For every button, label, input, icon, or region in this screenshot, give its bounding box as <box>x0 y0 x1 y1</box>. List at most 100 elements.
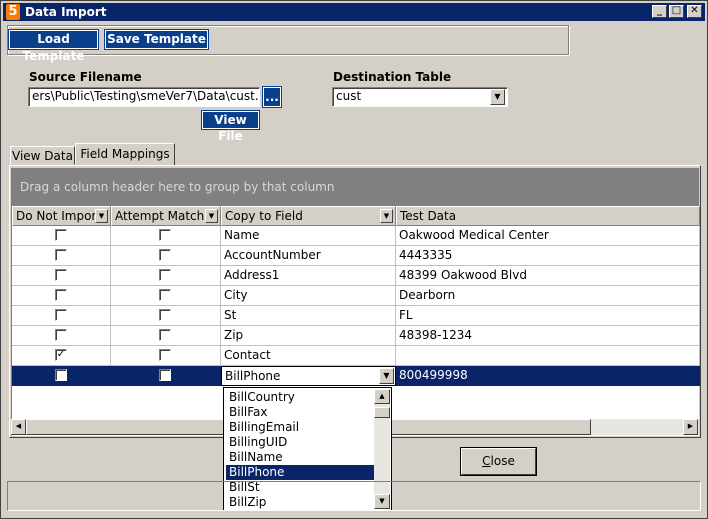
attempt-match-cell <box>111 266 221 286</box>
copy-to-field-cell[interactable]: Contact <box>221 346 396 366</box>
test-data-cell: Oakwood Medical Center <box>396 226 700 246</box>
maximize-button[interactable]: □ <box>669 5 684 18</box>
do-not-import-cell <box>12 326 111 346</box>
tab-view-data[interactable]: View Data <box>10 146 75 165</box>
attempt-match-checkbox[interactable] <box>159 329 171 341</box>
attempt-match-cell <box>111 346 221 366</box>
chevron-down-icon[interactable]: ▼ <box>379 368 394 384</box>
test-data-cell: 4443335 <box>396 246 700 266</box>
browse-button[interactable]: ... <box>262 86 282 108</box>
attempt-match-checkbox[interactable] <box>159 349 171 361</box>
dropdown-option[interactable]: BillingUID <box>226 435 374 450</box>
copy-to-field-cell[interactable]: St <box>221 306 396 326</box>
attempt-match-cell <box>111 306 221 326</box>
table-row[interactable]: Address1 48399 Oakwood Blvd <box>12 266 700 286</box>
column-header-label: Do Not Import <box>16 209 102 223</box>
status-bar <box>7 481 701 511</box>
close-label-rest: lose <box>490 454 515 468</box>
source-filename-input[interactable]: ers\Public\Testing\smeVer7\Data\cust.csv <box>28 87 260 107</box>
close-button[interactable]: Close <box>461 448 536 475</box>
column-header-label: Test Data <box>400 209 457 223</box>
dropdown-option[interactable]: BillFax <box>226 405 374 420</box>
dropdown-arrow-icon[interactable]: ▼ <box>380 209 393 223</box>
dropdown-option[interactable]: BillName <box>226 450 374 465</box>
copy-to-field-cell[interactable]: City <box>221 286 396 306</box>
table-row[interactable]: St FL <box>12 306 700 326</box>
scroll-left-button[interactable]: ◀ <box>11 419 26 435</box>
table-row[interactable]: AccountNumber 4443335 <box>12 246 700 266</box>
do-not-import-checkbox[interactable] <box>55 269 67 281</box>
title-bar[interactable]: 5 Data Import _ □ ✕ <box>3 3 705 21</box>
view-file-button[interactable]: View File <box>201 110 260 143</box>
dropdown-arrow-icon[interactable]: ▼ <box>95 209 108 223</box>
destination-table-value: cust <box>336 89 362 103</box>
tab-field-mappings[interactable]: Field Mappings <box>75 143 175 166</box>
chevron-down-icon[interactable]: ▼ <box>490 89 505 105</box>
copy-to-field-cell[interactable]: Name <box>221 226 396 246</box>
do-not-import-checkbox[interactable] <box>55 289 67 301</box>
attempt-match-checkbox[interactable] <box>159 229 171 241</box>
test-data-cell: 48398-1234 <box>396 326 700 346</box>
scroll-up-button[interactable]: ▲ <box>374 389 390 404</box>
attempt-match-cell <box>111 246 221 266</box>
do-not-import-cell <box>12 306 111 326</box>
attempt-match-cell <box>111 326 221 346</box>
do-not-import-cell: ✓ <box>12 346 111 366</box>
do-not-import-checkbox[interactable] <box>55 329 67 341</box>
window-title: Data Import <box>25 5 107 19</box>
table-row[interactable]: ✓ Contact <box>12 346 700 366</box>
load-template-button[interactable]: Load Template <box>8 29 99 63</box>
column-header-do-not-import[interactable]: Do Not Import ▼ <box>12 206 111 226</box>
do-not-import-checkbox[interactable]: ✓ <box>55 349 67 361</box>
do-not-import-checkbox[interactable] <box>55 249 67 261</box>
group-by-area[interactable]: Drag a column header here to group by th… <box>11 168 699 206</box>
destination-table-label: Destination Table <box>333 70 452 84</box>
do-not-import-checkbox[interactable] <box>55 369 67 381</box>
scroll-thumb[interactable] <box>374 407 390 418</box>
column-header-label: Attempt Match <box>115 209 205 223</box>
copy-to-field-cell[interactable]: Address1 <box>221 266 396 286</box>
dropdown-option[interactable]: BillCountry <box>226 390 374 405</box>
data-import-window: 5 Data Import _ □ ✕ Load Template Save T… <box>0 0 708 519</box>
column-header-test-data[interactable]: Test Data <box>396 206 700 226</box>
attempt-match-checkbox[interactable] <box>159 269 171 281</box>
do-not-import-cell <box>12 266 111 286</box>
dropdown-option[interactable]: BillPhone <box>226 465 374 480</box>
do-not-import-cell <box>12 246 111 266</box>
copy-to-field-cell[interactable]: AccountNumber <box>221 246 396 266</box>
attempt-match-checkbox[interactable] <box>159 309 171 321</box>
test-data-cell: FL <box>396 306 700 326</box>
copy-to-field-cell[interactable]: Zip <box>221 326 396 346</box>
source-filename-label: Source Filename <box>29 70 142 84</box>
column-header-label: Copy to Field <box>225 209 303 223</box>
test-data-cell: 800499998 <box>396 366 700 386</box>
minimize-button[interactable]: _ <box>652 5 667 18</box>
do-not-import-cell <box>12 366 111 386</box>
table-row[interactable]: Zip 48398-1234 <box>12 326 700 346</box>
test-data-cell: 48399 Oakwood Blvd <box>396 266 700 286</box>
table-row[interactable]: Name Oakwood Medical Center <box>12 226 700 246</box>
test-data-cell <box>396 346 700 366</box>
attempt-match-checkbox[interactable] <box>159 249 171 261</box>
do-not-import-checkbox[interactable] <box>55 229 67 241</box>
attempt-match-cell <box>111 286 221 306</box>
attempt-match-cell <box>111 366 221 386</box>
do-not-import-cell <box>12 226 111 246</box>
attempt-match-checkbox[interactable] <box>159 289 171 301</box>
close-window-button[interactable]: ✕ <box>687 5 702 18</box>
close-accelerator: C <box>482 454 491 468</box>
app-icon: 5 <box>6 4 20 20</box>
table-row[interactable]: BillPhone ▼ 800499998 <box>12 366 700 386</box>
column-header-attempt-match[interactable]: Attempt Match ▼ <box>111 206 221 226</box>
dropdown-option[interactable]: BillingEmail <box>226 420 374 435</box>
do-not-import-cell <box>12 286 111 306</box>
save-template-button[interactable]: Save Template <box>104 29 209 50</box>
scroll-right-button[interactable]: ▶ <box>683 419 698 435</box>
column-header-copy-to-field[interactable]: Copy to Field ▼ <box>221 206 396 226</box>
copy-to-field-cell[interactable]: BillPhone ▼ <box>221 366 396 386</box>
do-not-import-checkbox[interactable] <box>55 309 67 321</box>
dropdown-arrow-icon[interactable]: ▼ <box>205 209 218 223</box>
attempt-match-checkbox[interactable] <box>159 369 171 381</box>
table-row[interactable]: City Dearborn <box>12 286 700 306</box>
destination-table-select[interactable]: cust <box>332 87 508 107</box>
